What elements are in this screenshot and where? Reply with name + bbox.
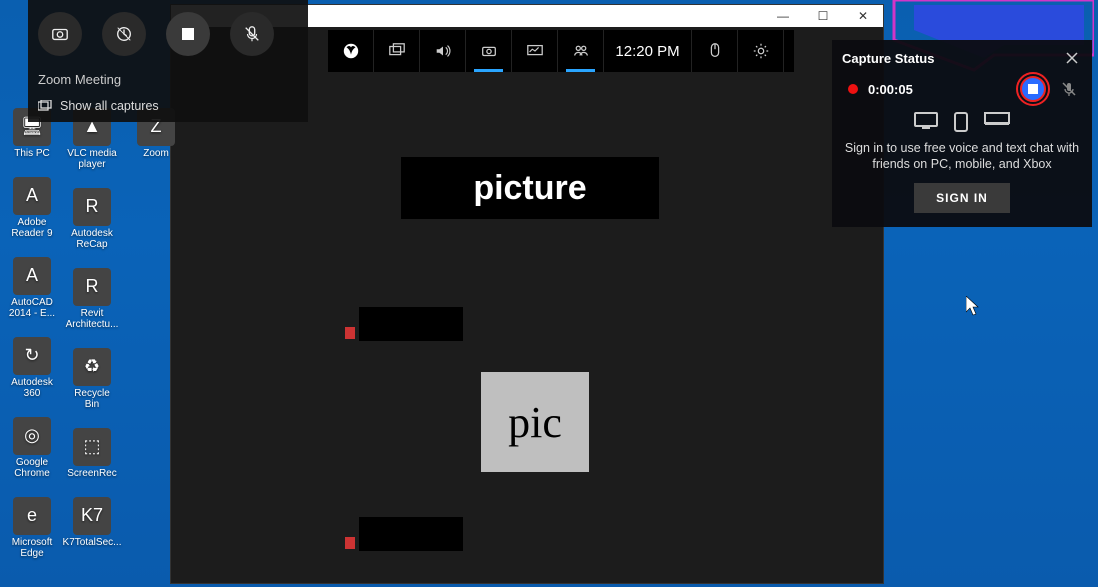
capture-status-title: Capture Status — [842, 51, 934, 66]
audio-button[interactable] — [420, 30, 466, 72]
app-icon: K7 — [73, 497, 111, 535]
mute-icon — [345, 327, 355, 339]
xbox-social-button[interactable] — [558, 30, 604, 72]
capture-status-panel: Capture Status 0:00:05 Sign in to use fr… — [832, 40, 1092, 227]
signin-prompt-text: Sign in to use free voice and text chat … — [842, 140, 1082, 173]
mic-toggle-button[interactable] — [230, 12, 274, 56]
desktop-icon-label: K7TotalSec... — [63, 537, 122, 548]
desktop-icon[interactable]: eMicrosoft Edge — [6, 497, 58, 559]
desktop-icon-label: AutoCAD 2014 - E... — [6, 297, 58, 319]
participant-avatar-tile[interactable]: pic — [481, 372, 589, 472]
app-icon: ◎ — [13, 417, 51, 455]
app-icon: R — [73, 268, 111, 306]
desktop-icon[interactable]: RRevit Architectu... — [66, 268, 118, 330]
settings-button[interactable] — [738, 30, 784, 72]
capture-widget: Zoom Meeting Show all captures — [28, 0, 308, 122]
participant-large-label: picture — [473, 169, 586, 208]
mobile-icon — [954, 112, 968, 132]
recording-elapsed: 0:00:05 — [868, 82, 1010, 97]
sign-in-button[interactable]: SIGN IN — [914, 183, 1010, 213]
microphone-off-icon[interactable] — [1056, 76, 1082, 102]
desktop-icon[interactable]: ◎Google Chrome — [6, 417, 58, 479]
mute-icon — [345, 537, 355, 549]
participant-avatar-label: pic — [508, 397, 562, 448]
mouse-cursor-icon — [966, 296, 982, 316]
device-icons-row — [842, 112, 1082, 132]
stop-record-button[interactable] — [166, 12, 210, 56]
desktop-icon[interactable]: K7K7TotalSec... — [66, 497, 118, 548]
maximize-button[interactable]: ☐ — [803, 5, 843, 27]
record-last-button[interactable] — [102, 12, 146, 56]
desktop-icon-label: Microsoft Edge — [6, 537, 58, 559]
desktop-icon[interactable]: RAutodesk ReCap — [66, 188, 118, 250]
capture-button[interactable] — [466, 30, 512, 72]
desktop-icon-label: Google Chrome — [6, 457, 58, 479]
performance-button[interactable] — [512, 30, 558, 72]
widgets-button[interactable] — [374, 30, 420, 72]
console-icon — [984, 112, 1010, 132]
app-icon: ↻ — [13, 337, 51, 375]
desktop-icon-label: ScreenRec — [67, 468, 116, 479]
capture-target-label: Zoom Meeting — [28, 68, 308, 93]
desktop-icon-label: VLC media player — [66, 148, 118, 170]
xbox-button[interactable] — [328, 30, 374, 72]
app-icon: ⬚ — [73, 428, 111, 466]
app-icon: A — [13, 177, 51, 215]
desktop-icon-label: This PC — [14, 148, 50, 159]
desktop-icon[interactable]: ⬚ ScreenRec — [66, 428, 118, 479]
mouse-button[interactable] — [692, 30, 738, 72]
minimize-button[interactable]: — — [763, 5, 803, 27]
screenshot-button[interactable] — [38, 12, 82, 56]
close-window-button[interactable]: ✕ — [843, 5, 883, 27]
desktop-icon[interactable]: AAdobe Reader 9 — [6, 177, 58, 239]
participant-tile-large[interactable]: picture — [401, 157, 659, 219]
xbox-game-bar: 12:20 PM — [328, 30, 794, 72]
stop-recording-button[interactable] — [1020, 76, 1046, 102]
desktop-icon-label: Autodesk ReCap — [66, 228, 118, 250]
desktop-icon[interactable]: AAutoCAD 2014 - E... — [6, 257, 58, 319]
desktop-icon-label: Adobe Reader 9 — [6, 217, 58, 239]
pc-icon — [914, 112, 938, 132]
clock-display: 12:20 PM — [604, 30, 692, 72]
show-all-captures-label: Show all captures — [60, 99, 159, 113]
desktop-icon-label: Zoom — [143, 148, 169, 159]
app-icon: ♻ — [73, 348, 111, 386]
desktop-icon[interactable]: ↻Autodesk 360 — [6, 337, 58, 399]
record-indicator-icon — [848, 84, 858, 94]
desktop-icon-label: Revit Architectu... — [66, 308, 119, 330]
show-all-captures-link[interactable]: Show all captures — [28, 93, 308, 123]
desktop-icon[interactable]: ♻Recycle Bin — [66, 348, 118, 410]
desktop-icon-label: Autodesk 360 — [6, 377, 58, 399]
app-icon: A — [13, 257, 51, 295]
participant-tile-2[interactable] — [359, 517, 463, 551]
participant-tile-1[interactable] — [359, 307, 463, 341]
app-icon: R — [73, 188, 111, 226]
desktop-icon-label: Recycle Bin — [66, 388, 118, 410]
app-icon: e — [13, 497, 51, 535]
recording-row: 0:00:05 — [842, 76, 1082, 102]
close-icon[interactable] — [1062, 48, 1082, 68]
